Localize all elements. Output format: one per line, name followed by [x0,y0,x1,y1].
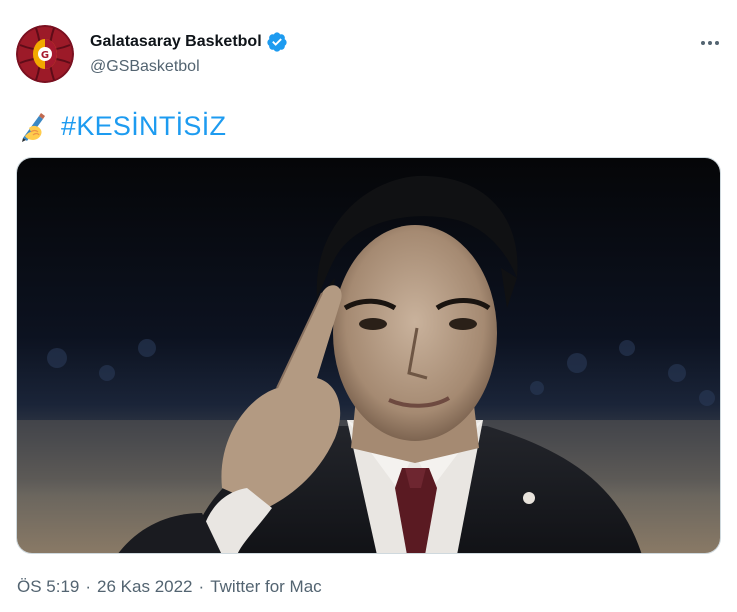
galatasaray-logo-icon: G [16,25,74,83]
avatar[interactable]: G [16,25,74,83]
author-name-row[interactable]: Galatasaray Basketbol [90,31,288,53]
meta-separator: · [85,577,92,596]
author-handle[interactable]: @GSBasketbol [90,58,200,76]
hashtag-link[interactable]: #KESİNTİSİZ [61,111,226,142]
verified-badge-icon [266,31,288,53]
tweet-meta: ÖS 5:19 · 26 Kas 2022 · Twitter for Mac [17,577,322,597]
more-options-button[interactable] [695,28,725,58]
tweet-time[interactable]: ÖS 5:19 [17,577,79,597]
tweet-source[interactable]: Twitter for Mac [210,577,321,597]
coach-salute-photo [17,158,720,553]
svg-text:G: G [41,50,49,61]
tweet-date[interactable]: 26 Kas 2022 [97,577,192,597]
tweet-photo[interactable] [16,157,721,554]
meta-separator: · [198,577,205,596]
writing-hand-emoji-icon [17,108,53,144]
more-options-icon [701,41,719,45]
author-display-name[interactable]: Galatasaray Basketbol [90,33,262,51]
tweet-text: #KESİNTİSİZ [17,108,226,144]
